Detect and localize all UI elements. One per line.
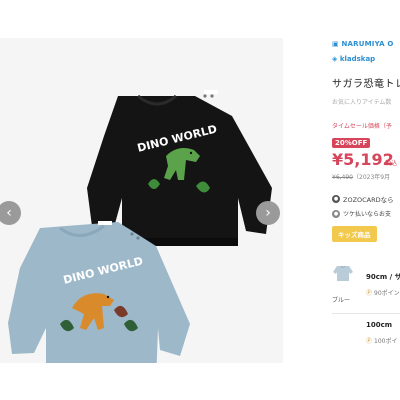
size-option-90[interactable]: 90cm / サイ [366,272,400,282]
kids-category-button[interactable]: キッズ商品 [332,226,377,242]
point-coin-icon: Ⓟ [366,338,373,345]
size-divider [332,313,400,314]
product-photo: DINO WORLD DINO WORLD [8,90,272,363]
tax-included-label: 税込 [385,160,398,167]
original-price-value: ¥6,490 [332,174,353,181]
zozocard-link[interactable]: ● ZOZOCARDなら [332,194,394,204]
product-title: サガラ恐竜トレ [332,79,400,90]
size-points-100: Ⓟ 100ポイ [366,336,397,345]
favorite-count-note: お気に入りアイテム数 [332,99,392,106]
discount-badge: 20%OFF [332,138,371,148]
wallet-icon: ● [332,209,340,218]
brand-name: NARUMIYA O [341,40,394,48]
color-label: ブルー [332,297,351,304]
original-price: ¥6,490（2023年9月 [332,172,390,181]
shop-link[interactable]: ◈ kladskap [332,55,375,63]
brand-link[interactable]: ▣ NARUMIYA O [332,40,394,48]
color-swatch-blue[interactable] [332,264,354,282]
zozocard-text: ZOZOCARDなら [343,196,394,204]
point-coin-icon: Ⓟ [366,290,373,297]
shop-name: kladskap [339,55,376,63]
size-points-90: Ⓟ 90ポイント [366,288,400,297]
sale-price-label: タイムセール価格（予 [332,123,392,130]
size-points-100-text: 100ポイ [374,338,398,345]
next-image-button[interactable]: › [256,201,280,225]
product-page: DINO WORLD DINO WORLD ‹ › ▣ NARUMIYA O ◈… [0,38,400,363]
card-icon: ● [332,195,340,203]
product-info: ▣ NARUMIYA O ◈ kladskap サガラ恐竜トレ お気に入りアイテ… [322,38,400,363]
tag-icon: ◈ [332,55,340,63]
original-price-note: （2023年9月 [353,174,391,181]
product-image-gallery[interactable]: DINO WORLD DINO WORLD ‹ › [0,38,283,363]
size-points-90-text: 90ポイント [374,290,400,297]
column-gap [283,38,322,363]
deferred-payment-link[interactable]: ● ツケ払いならお支 [332,209,391,218]
deferred-payment-text: ツケ払いならお支 [343,211,392,218]
size-option-100[interactable]: 100cm [366,321,392,329]
